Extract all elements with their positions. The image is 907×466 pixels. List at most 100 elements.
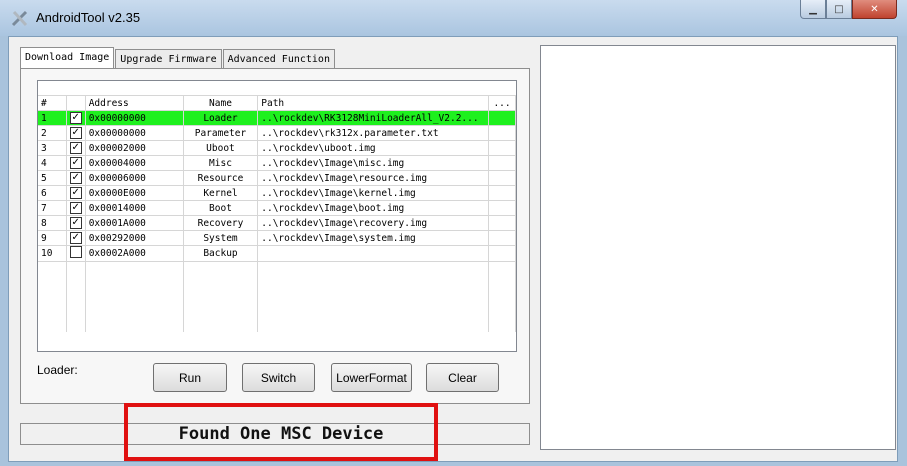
row-checkbox[interactable]: ✓	[66, 200, 86, 216]
minimize-icon: ▁	[809, 3, 817, 15]
header-name[interactable]: Name	[183, 95, 259, 111]
checkbox-checked-icon[interactable]: ✓	[69, 202, 82, 214]
row-path: ..\rockdev\rk312x.parameter.txt	[257, 125, 490, 141]
minimize-button[interactable]: ▁	[800, 0, 826, 19]
empty-row	[38, 304, 516, 318]
table-row[interactable]: 10 0x0002A000 Backup	[38, 245, 516, 262]
checkbox-checked-icon[interactable]: ✓	[69, 112, 82, 124]
checkbox-checked-icon[interactable]: ✓	[69, 142, 82, 154]
lower-format-button[interactable]: LowerFormat	[331, 363, 412, 392]
row-number: 6	[38, 185, 67, 201]
header-more[interactable]: ...	[488, 95, 516, 111]
tab-upgrade-firmware[interactable]: Upgrade Firmware	[115, 49, 222, 69]
row-name: Uboot	[183, 140, 259, 156]
row-number: 3	[38, 140, 67, 156]
row-checkbox[interactable]: ✓	[66, 170, 86, 186]
image-list-grid: # Address Name Path ... 1 ✓ 0x00000000 Load…	[37, 80, 517, 352]
switch-button[interactable]: Switch	[242, 363, 315, 392]
annotation-highlight-box	[124, 403, 438, 461]
row-path: ..\rockdev\Image\kernel.img	[257, 185, 490, 201]
row-more[interactable]	[488, 215, 516, 231]
row-more[interactable]	[488, 170, 516, 186]
table-row[interactable]: 9 ✓ 0x00292000 System ..\rockdev\Image\syste…	[38, 230, 516, 246]
checkbox-empty-icon[interactable]	[69, 246, 82, 258]
row-number: 2	[38, 125, 67, 141]
row-checkbox[interactable]: ✓	[66, 185, 86, 201]
header-check[interactable]	[66, 95, 86, 111]
table-row[interactable]: 2 ✓ 0x00000000 Parameter ..\rockdev\rk312x.p…	[38, 125, 516, 141]
row-name: Boot	[183, 200, 259, 216]
row-more[interactable]	[488, 200, 516, 216]
row-name: Parameter	[183, 125, 259, 141]
run-button[interactable]: Run	[153, 363, 227, 392]
log-panel[interactable]	[540, 45, 896, 450]
maximize-button[interactable]: □	[826, 0, 852, 19]
row-path: ..\rockdev\Image\recovery.img	[257, 215, 490, 231]
android-tool-icon	[11, 10, 28, 27]
grid-header-row: # Address Name Path ...	[38, 95, 516, 111]
row-number: 4	[38, 155, 67, 171]
row-address: 0x00002000	[85, 140, 184, 156]
checkbox-checked-icon[interactable]: ✓	[69, 157, 82, 169]
table-row[interactable]: 4 ✓ 0x00004000 Misc ..\rockdev\Image\misc.im…	[38, 155, 516, 171]
row-checkbox[interactable]: ✓	[66, 110, 86, 126]
row-path: ..\rockdev\Image\resource.img	[257, 170, 490, 186]
table-row[interactable]: 5 ✓ 0x00006000 Resource ..\rockdev\Image\res…	[38, 170, 516, 186]
row-checkbox[interactable]: ✓	[66, 215, 86, 231]
table-row[interactable]: 6 ✓ 0x0000E000 Kernel ..\rockdev\Image\kerne…	[38, 185, 516, 201]
row-checkbox[interactable]: ✓	[66, 230, 86, 246]
tab-download-image[interactable]: Download Image	[20, 47, 115, 69]
checkbox-checked-icon[interactable]: ✓	[69, 187, 82, 199]
row-checkbox[interactable]: ✓	[66, 125, 86, 141]
row-more[interactable]	[488, 125, 516, 141]
row-number: 7	[38, 200, 67, 216]
row-more[interactable]	[488, 185, 516, 201]
table-row[interactable]: 1 ✓ 0x00000000 Loader ..\rockdev\RK3128MiniL…	[38, 110, 516, 126]
checkbox-checked-icon[interactable]: ✓	[69, 232, 82, 244]
row-path	[257, 245, 490, 262]
empty-row	[38, 290, 516, 304]
empty-row	[38, 261, 516, 276]
row-number: 10	[38, 245, 67, 262]
row-number: 8	[38, 215, 67, 231]
checkbox-checked-icon[interactable]: ✓	[69, 217, 82, 229]
row-checkbox[interactable]: ✓	[66, 140, 86, 156]
checkbox-checked-icon[interactable]: ✓	[69, 172, 82, 184]
table-row[interactable]: 7 ✓ 0x00014000 Boot ..\rockdev\Image\boot.im…	[38, 200, 516, 216]
row-more[interactable]	[488, 245, 516, 262]
grid-spacer-row	[38, 81, 516, 96]
header-path[interactable]: Path	[257, 95, 490, 111]
row-checkbox[interactable]	[66, 245, 86, 262]
tab-bar: Download Image Upgrade Firmware Advanced…	[20, 47, 336, 69]
tab-advanced-function[interactable]: Advanced Function	[222, 49, 335, 69]
row-address: 0x0001A000	[85, 215, 184, 231]
row-address: 0x0000E000	[85, 185, 184, 201]
row-address: 0x00006000	[85, 170, 184, 186]
row-address: 0x00000000	[85, 125, 184, 141]
title-bar: AndroidTool v2.35 ▁ □ ✕	[0, 0, 907, 36]
row-name: Misc	[183, 155, 259, 171]
loader-label: Loader:	[37, 363, 78, 377]
header-num[interactable]: #	[38, 95, 67, 111]
close-button[interactable]: ✕	[852, 0, 897, 19]
row-checkbox[interactable]: ✓	[66, 155, 86, 171]
row-address: 0x00014000	[85, 200, 184, 216]
row-name: Backup	[183, 245, 259, 262]
row-path: ..\rockdev\uboot.img	[257, 140, 490, 156]
row-name: Recovery	[183, 215, 259, 231]
row-path: ..\rockdev\RK3128MiniLoaderAll_V2.2...	[257, 110, 490, 126]
clear-button[interactable]: Clear	[426, 363, 499, 392]
row-number: 9	[38, 230, 67, 246]
row-address: 0x00004000	[85, 155, 184, 171]
table-row[interactable]: 8 ✓ 0x0001A000 Recovery ..\rockdev\Image\rec…	[38, 215, 516, 231]
row-more[interactable]	[488, 155, 516, 171]
row-more[interactable]	[488, 230, 516, 246]
row-number: 1	[38, 110, 67, 126]
row-name: Kernel	[183, 185, 259, 201]
header-address[interactable]: Address	[85, 95, 184, 111]
row-more[interactable]	[488, 110, 516, 126]
checkbox-checked-icon[interactable]: ✓	[69, 127, 82, 139]
row-more[interactable]	[488, 140, 516, 156]
row-address: 0x00000000	[85, 110, 184, 126]
table-row[interactable]: 3 ✓ 0x00002000 Uboot ..\rockdev\uboot.img	[38, 140, 516, 156]
